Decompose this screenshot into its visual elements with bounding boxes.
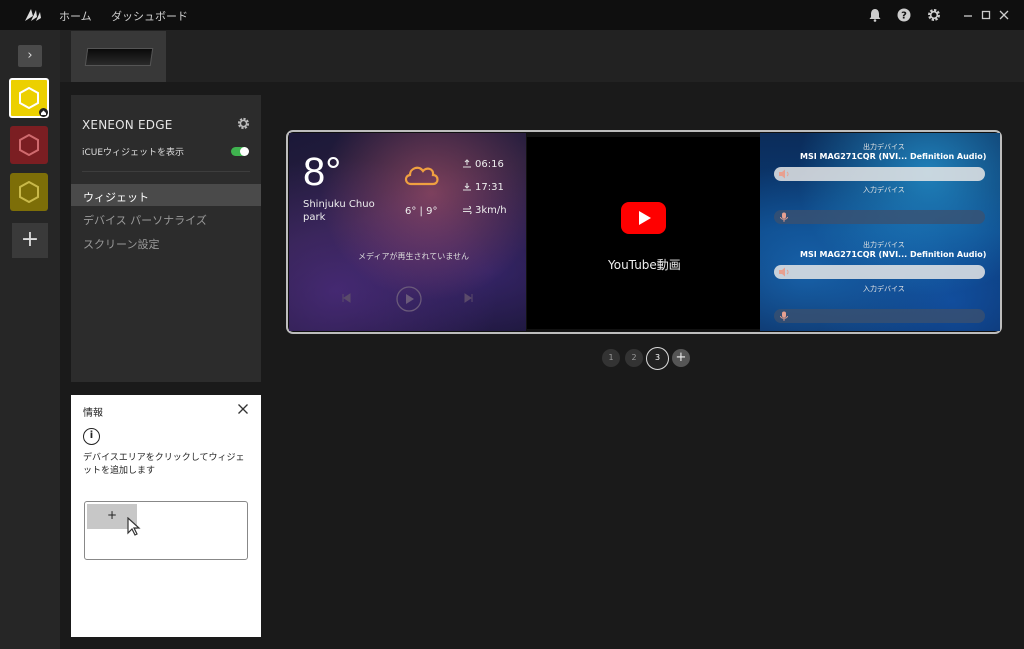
menu-item-personalize[interactable]: デバイス パーソナライズ	[83, 212, 207, 228]
xeneon-edge-thumbnail	[84, 48, 154, 66]
device-rail	[0, 30, 60, 649]
speaker-icon	[779, 267, 789, 277]
hexagon-icon	[19, 87, 39, 109]
menu-item-widget[interactable]: ウィジェット	[83, 189, 149, 205]
bell-icon[interactable]	[868, 8, 882, 22]
gear-icon[interactable]	[927, 8, 941, 22]
minimize-icon[interactable]	[961, 8, 975, 22]
audio-widget[interactable]	[760, 133, 1000, 331]
corsair-sails-icon	[25, 9, 41, 21]
device-header	[60, 30, 1024, 82]
previous-icon[interactable]	[341, 293, 351, 303]
output-volume-slider[interactable]	[774, 167, 985, 181]
svg-text:?: ?	[901, 11, 907, 22]
close-icon[interactable]	[237, 403, 249, 415]
info-title: 情報	[83, 408, 103, 419]
cloud-icon	[404, 166, 439, 186]
device-2[interactable]	[10, 126, 48, 164]
microphone-icon	[780, 311, 788, 321]
output-device-label: 出力デバイス	[863, 143, 905, 151]
nav-dashboard[interactable]: ダッシュボード	[111, 8, 188, 24]
divider	[82, 171, 250, 172]
page-3-button[interactable]: 3	[646, 347, 669, 370]
input-volume-slider-2[interactable]	[774, 309, 985, 323]
next-icon[interactable]	[464, 293, 474, 303]
menu-item-screen-settings[interactable]: スクリーン設定	[83, 236, 159, 252]
weather-location: Shinjuku Chuo park	[303, 199, 375, 223]
hexagon-icon	[19, 134, 39, 156]
sunset-icon	[463, 183, 471, 191]
input-volume-slider[interactable]	[774, 210, 985, 224]
play-icon[interactable]	[396, 286, 422, 312]
wind-icon	[463, 205, 472, 215]
output-device-name-2: MSI MAG271CQR (NVI... Definition Audio)	[800, 250, 987, 259]
sunrise-time: 06:16	[475, 159, 504, 170]
output-device-name: MSI MAG271CQR (NVI... Definition Audio)	[800, 152, 987, 161]
widget-toggle-label: iCUEウィジェットを表示	[82, 148, 185, 158]
device-3[interactable]	[10, 173, 48, 211]
input-device-label-2: 入力デバイス	[863, 285, 905, 293]
sunset-time: 17:31	[475, 182, 504, 193]
page-1-button[interactable]: 1	[602, 349, 620, 367]
help-icon[interactable]: ?	[897, 8, 911, 22]
gear-icon[interactable]	[237, 117, 250, 130]
cursor-icon	[127, 517, 141, 536]
add-page-button[interactable]: +	[672, 349, 690, 367]
output-device-label-2: 出力デバイス	[863, 241, 905, 249]
microphone-icon	[780, 212, 788, 222]
hexagon-icon	[19, 181, 39, 203]
current-temperature: 8°	[303, 150, 342, 194]
youtube-label: YouTube動画	[608, 258, 681, 272]
youtube-play-icon[interactable]	[621, 202, 666, 234]
close-icon[interactable]	[997, 8, 1011, 22]
output-volume-slider-2[interactable]	[774, 265, 985, 279]
nav-home[interactable]: ホーム	[59, 8, 92, 24]
speaker-icon	[779, 169, 789, 179]
device-xeneon-edge[interactable]	[9, 78, 49, 118]
sunrise-icon	[463, 159, 471, 168]
expand-rail-button[interactable]: ›	[18, 45, 42, 67]
add-device-button[interactable]: +	[12, 223, 48, 258]
info-icon: i	[83, 428, 100, 445]
temperature-range: 6° | 9°	[405, 206, 438, 217]
wind-speed: 3km/h	[475, 205, 507, 216]
input-device-label: 入力デバイス	[863, 186, 905, 194]
info-text: デバイスエリアをクリックしてウィジェットを追加します	[83, 453, 245, 476]
maximize-icon[interactable]	[979, 8, 993, 22]
toggle-knob	[240, 147, 249, 156]
media-status: メディアが再生されていません	[358, 252, 469, 261]
page-2-button[interactable]: 2	[625, 349, 643, 367]
device-name: XENEON EDGE	[82, 118, 173, 132]
home-badge-icon	[39, 108, 48, 117]
